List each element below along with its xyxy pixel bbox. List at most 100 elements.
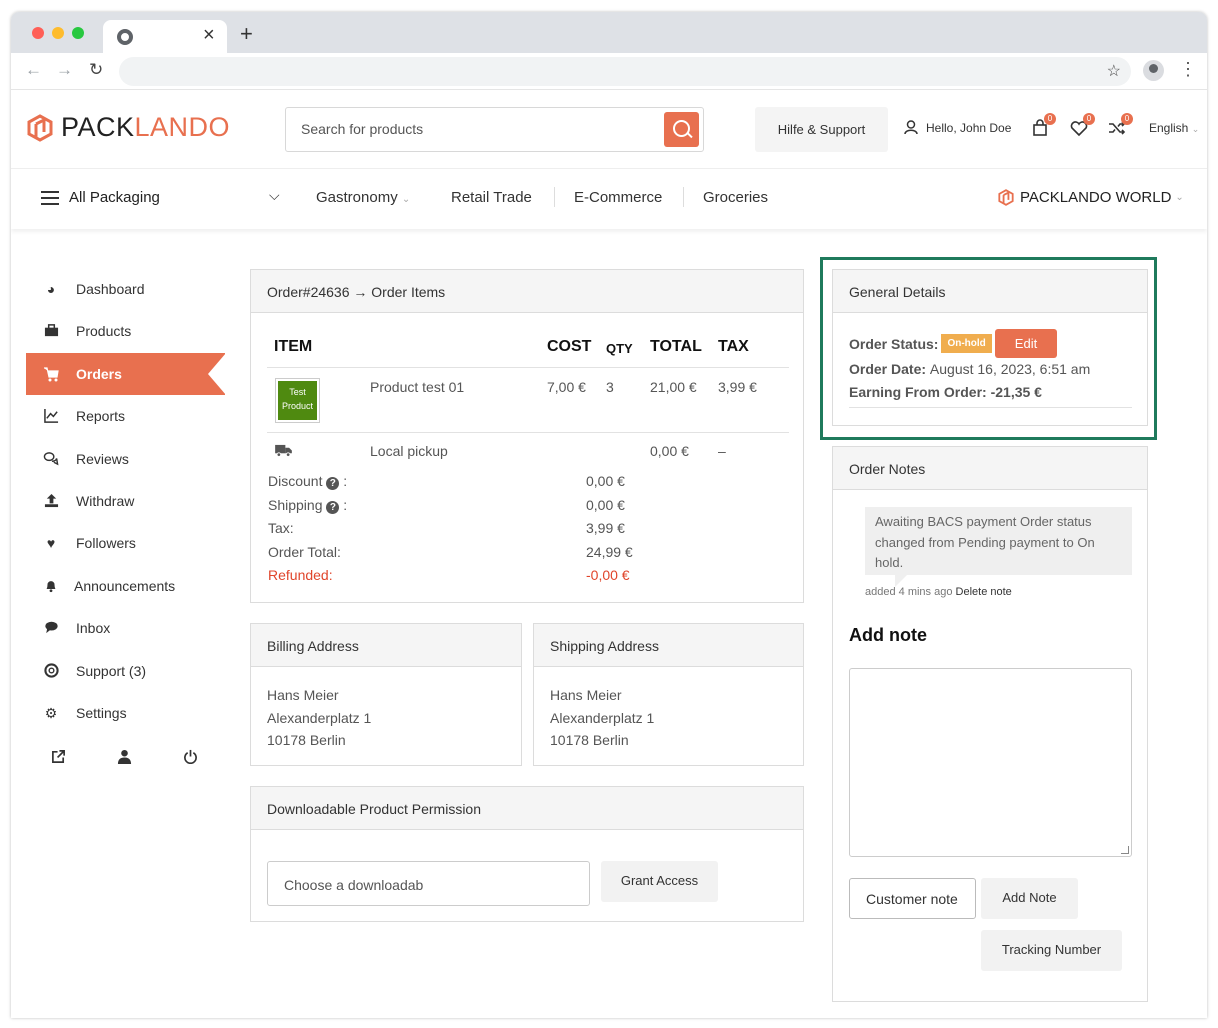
back-icon[interactable]: ← [25,60,42,80]
menu-item-e-commerce[interactable]: E-Commerce [574,189,662,206]
profile-user-icon[interactable] [117,749,132,768]
order-notes-title: Order Notes [833,447,1147,490]
sidebar-item-withdraw[interactable]: Withdraw [26,480,225,522]
shipping-total: 0,00 € [650,443,689,459]
sidebar-item-support[interactable]: Support (3) [26,650,225,692]
user-account-link[interactable]: Hello, John Doe [904,120,1011,135]
profile-icon[interactable] [1143,60,1164,81]
address-line: 10178 Berlin [267,732,346,748]
chevron-down-icon[interactable]: ⌵ [269,187,280,204]
product-total: 21,00 € [650,379,697,395]
discount-label: Discount ? : [268,473,348,490]
sidebar-item-label: Products [76,323,132,339]
reload-icon[interactable]: ↻ [89,60,103,80]
grant-access-button[interactable]: Grant Access [601,861,718,902]
add-note-button[interactable]: Add Note [981,878,1078,919]
close-window-button[interactable] [32,27,44,39]
browser-menu-icon[interactable]: ⋮ [1179,59,1197,80]
cart-button[interactable]: 0 [1031,113,1056,137]
truck-icon [275,444,292,462]
order-total-value: 24,99 € [586,544,633,560]
tracking-number-button[interactable]: Tracking Number [981,930,1122,971]
product-tax: 3,99 € [718,379,757,395]
sidebar-item-label: Announcements [74,578,176,594]
sidebar-item-announcements[interactable]: Announcements [26,565,225,607]
logo-text-lando: LANDO [134,112,231,142]
minimize-window-button[interactable] [52,27,64,39]
power-icon[interactable] [183,749,198,768]
user-icon [904,120,918,135]
dashboard-icon: ◕ [46,281,56,297]
menu-separator [683,187,684,207]
search-input[interactable]: Search for products [285,107,704,152]
sidebar-item-settings[interactable]: ⚙ Settings [26,692,225,734]
maximize-window-button[interactable] [72,27,84,39]
tax-label: Tax: [268,520,294,536]
table-divider [267,367,789,368]
external-link-icon[interactable] [51,749,66,768]
forward-icon[interactable]: → [56,60,73,80]
all-packaging-menu[interactable]: All Packaging [69,189,160,206]
site-logo[interactable]: PACKLANDO [27,112,230,143]
sidebar-item-products[interactable]: Products [26,310,225,352]
column-header-total: TOTAL [650,338,702,355]
shipping-method: Local pickup [370,443,448,459]
thumbnail-text: Product [281,401,314,411]
new-tab-button[interactable]: + [240,21,253,47]
menu-item-gastronomy[interactable]: Gastronomy ⌄ [316,189,410,206]
sidebar-item-dashboard[interactable]: ◕ Dashboard [26,268,225,310]
sidebar-item-reviews[interactable]: Reviews [26,438,225,480]
downloadable-permission-title: Downloadable Product Permission [251,787,803,830]
language-selector[interactable]: English ⌄ [1149,121,1199,135]
tab-close-icon[interactable]: × [203,24,215,47]
help-icon[interactable]: ? [326,477,340,490]
world-label: PACKLANDO WORLD [1020,189,1172,206]
order-items-title: Order#24636 → Order Items [251,270,803,313]
browser-tab[interactable]: × [103,20,227,53]
product-thumbnail[interactable]: Test Product [275,378,320,423]
briefcase-icon [43,323,59,339]
order-items-panel: Order#24636 → Order Items ITEM COST QTY … [250,269,804,603]
order-total-label: Order Total: [268,544,341,560]
general-details-highlight [820,257,1157,440]
menu-separator [554,187,555,207]
note-textarea[interactable] [849,668,1132,857]
address-line: Alexanderplatz 1 [550,709,655,726]
sidebar-item-label: Orders [76,366,122,382]
help-icon[interactable]: ? [326,501,340,514]
chat-icon [43,620,59,636]
hamburger-icon[interactable] [41,191,59,205]
menu-item-groceries[interactable]: Groceries [703,189,768,206]
sidebar-item-inbox[interactable]: Inbox [26,607,225,649]
cart-count-badge: 0 [1044,113,1056,125]
menu-item-retail-trade[interactable]: Retail Trade [451,189,532,206]
bookmark-star-icon[interactable]: ☆ [1107,61,1121,81]
logo-text-pack: PACK [61,112,135,142]
heart-icon: ♥ [46,535,56,551]
compare-button[interactable]: 0 [1108,113,1133,137]
search-button[interactable] [664,112,699,147]
note-added-label: added [865,586,896,598]
sidebar-item-label: Settings [76,705,127,721]
sidebar-item-label: Support (3) [76,663,147,679]
comments-icon [43,451,59,467]
delete-note-link[interactable]: Delete note [956,586,1012,598]
product-name-link[interactable]: Product test 01 [370,379,464,395]
sidebar-item-reports[interactable]: Reports [26,395,225,437]
url-input[interactable]: ☆ [119,57,1131,86]
product-qty: 3 [606,379,614,395]
wishlist-button[interactable]: 0 [1070,113,1095,137]
sidebar-item-followers[interactable]: ♥ Followers [26,522,225,564]
address-line: Alexanderplatz 1 [267,709,372,726]
address-bar: ← → ↻ ☆ ⋮ [11,53,1207,90]
support-button[interactable]: Hilfe & Support [755,107,888,152]
address-line: Hans Meier [550,687,622,703]
language-label: English [1149,121,1189,135]
packlando-world-menu[interactable]: PACKLANDO WORLD ⌄ [998,189,1184,206]
sidebar-item-label: Dashboard [76,281,145,297]
sidebar-item-orders[interactable]: Orders [26,353,226,395]
note-type-select[interactable]: Customer note [849,878,976,919]
refunded-value: -0,00 € [586,567,630,583]
cart-icon [43,366,59,382]
download-product-select[interactable]: Choose a downloadab [267,861,590,906]
